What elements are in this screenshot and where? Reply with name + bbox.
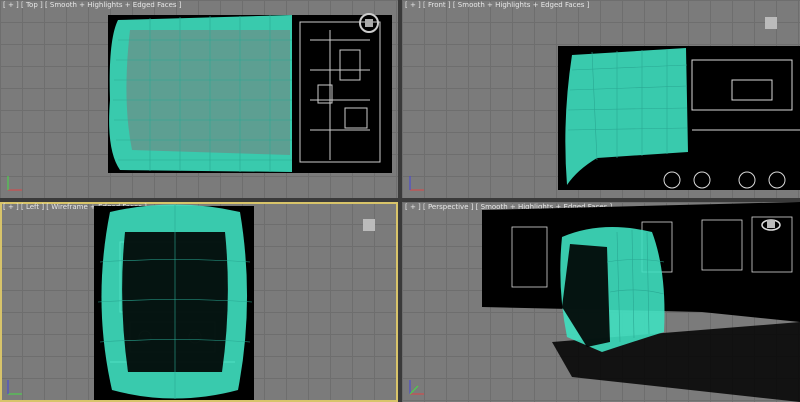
viewcube-icon[interactable] bbox=[358, 214, 380, 236]
axis-tripod-icon bbox=[6, 174, 24, 192]
viewport-front-scene bbox=[558, 46, 800, 190]
viewport-left[interactable]: [ + ] [ Left ] [ Wireframe + Edged Faces… bbox=[0, 202, 398, 402]
quad-viewport-layout: [ + ] [ Top ] [ Smooth + Highlights + Ed… bbox=[0, 0, 800, 402]
axis-tripod-icon bbox=[408, 174, 426, 192]
viewport-perspective-scene bbox=[482, 202, 800, 402]
orbit-gizmo-icon[interactable] bbox=[760, 214, 782, 236]
viewport-perspective[interactable]: [ + ] [ Perspective ] [ Smooth + Highlig… bbox=[402, 202, 800, 402]
viewcube-icon[interactable] bbox=[760, 12, 782, 34]
viewcube-icon[interactable] bbox=[358, 12, 380, 34]
viewport-top-scene bbox=[108, 15, 392, 173]
axis-tripod-icon bbox=[6, 378, 24, 396]
viewport-top[interactable]: [ + ] [ Top ] [ Smooth + Highlights + Ed… bbox=[0, 0, 398, 198]
viewport-front[interactable]: [ + ] [ Front ] [ Smooth + Highlights + … bbox=[402, 0, 800, 198]
axis-tripod-icon bbox=[408, 378, 426, 396]
viewport-left-scene bbox=[94, 204, 254, 400]
